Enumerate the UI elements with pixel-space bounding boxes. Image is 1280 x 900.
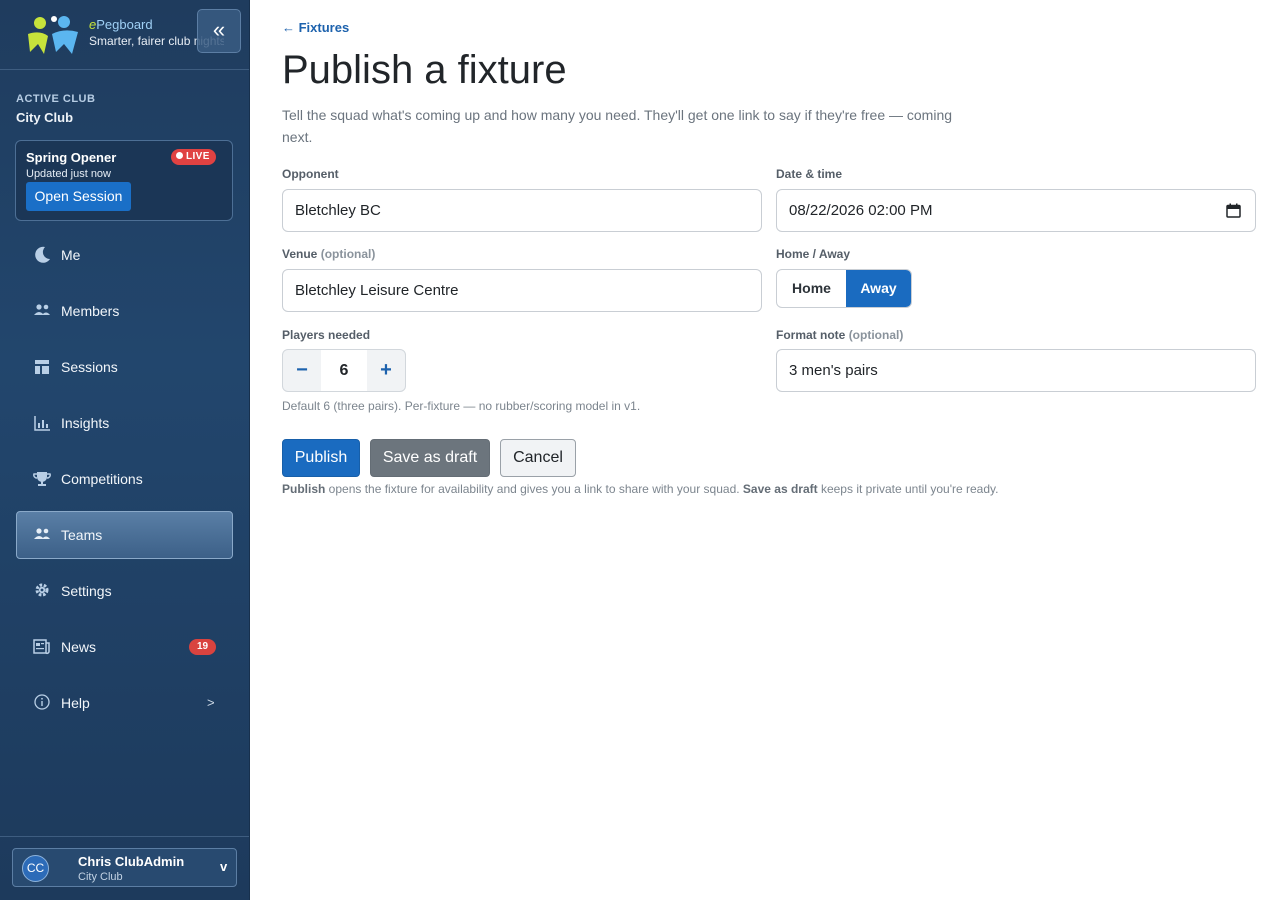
- sidebar-item-sessions[interactable]: Sessions: [16, 343, 233, 391]
- layout-icon: [35, 360, 49, 374]
- decrement-button[interactable]: −: [283, 350, 321, 391]
- increment-button[interactable]: +: [367, 350, 405, 391]
- help-text-part-2: keeps it private until you're ready.: [817, 482, 999, 496]
- sidebar: ePegboard Smarter, fairer club nights « …: [0, 0, 250, 900]
- home-away-label: Home / Away: [776, 247, 851, 261]
- brand-header: ePegboard Smarter, fairer club nights «: [0, 0, 249, 70]
- venue-label: Venue (optional): [282, 247, 375, 261]
- user-club: City Club: [78, 871, 123, 883]
- news-count-badge: 19: [189, 639, 216, 655]
- info-icon: [34, 694, 50, 710]
- sidebar-item-teams[interactable]: Teams: [16, 511, 233, 559]
- brand-name: ePegboard: [89, 17, 153, 32]
- sidebar-item-settings[interactable]: Settings: [16, 567, 233, 615]
- live-badge-label: LIVE: [186, 151, 210, 162]
- user-footer: CC Chris ClubAdmin City Club v: [0, 836, 249, 900]
- sidebar-item-help[interactable]: Help >: [16, 679, 233, 727]
- user-menu-button[interactable]: CC Chris ClubAdmin City Club v: [12, 848, 237, 887]
- players-needed-hint: Default 6 (three pairs). Per-fixture — n…: [282, 399, 641, 413]
- venue-optional-tag: (optional): [320, 247, 376, 261]
- sidebar-item-label: Members: [61, 303, 120, 319]
- active-club-label: ACTIVE CLUB: [16, 93, 96, 105]
- format-note-input[interactable]: 3 men's pairs: [776, 349, 1256, 392]
- chevron-right-icon: >: [207, 695, 215, 710]
- datetime-value: 08/22/2026 02:00 PM: [789, 202, 933, 219]
- format-optional-tag: (optional): [848, 328, 904, 342]
- back-to-fixtures-link[interactable]: ← Fixtures: [282, 20, 349, 35]
- publish-button[interactable]: Publish: [282, 439, 360, 477]
- sidebar-item-label: Help: [61, 695, 90, 711]
- moon-icon: [35, 246, 50, 263]
- sidebar-item-label: Sessions: [61, 359, 118, 375]
- away-option[interactable]: Away: [846, 270, 911, 307]
- datetime-input[interactable]: 08/22/2026 02:00 PM: [776, 189, 1256, 232]
- bar-chart-icon: [34, 416, 50, 431]
- help-save-term: Save as draft: [742, 482, 818, 496]
- avatar: CC: [22, 855, 49, 882]
- live-dot-icon: [176, 152, 183, 159]
- page-title: Publish a fixture: [282, 48, 567, 92]
- sidebar-item-members[interactable]: Members: [16, 287, 233, 335]
- live-badge: LIVE: [171, 149, 216, 165]
- sidebar-item-label: News: [61, 639, 97, 655]
- live-session-card: Spring Opener LIVE Updated just now Open…: [15, 140, 233, 221]
- sidebar-item-label: Settings: [61, 583, 112, 599]
- session-updated: Updated just now: [26, 168, 111, 180]
- players-needed-label: Players needed: [282, 328, 371, 342]
- session-title: Spring Opener: [26, 150, 117, 165]
- brand-name-rest: Pegboard: [96, 17, 153, 32]
- sidebar-item-label: Insights: [61, 415, 110, 431]
- trophy-icon: [33, 472, 51, 486]
- format-note-label: Format note (optional): [776, 328, 903, 342]
- chevron-down-icon: v: [220, 859, 228, 874]
- calendar-icon[interactable]: [1226, 203, 1241, 218]
- active-club-name: City Club: [16, 110, 74, 125]
- format-note-label-text: Format note: [776, 328, 846, 342]
- help-text-part-1: opens the fixture for availability and g…: [325, 482, 743, 496]
- players-needed-stepper: − 6 +: [282, 349, 406, 392]
- sidebar-item-competitions[interactable]: Competitions: [16, 455, 233, 503]
- page-description: Tell the squad what's coming up and how …: [282, 107, 953, 145]
- collapse-sidebar-button[interactable]: «: [197, 9, 241, 53]
- players-needed-value[interactable]: 6: [321, 350, 367, 391]
- datetime-label: Date & time: [776, 167, 843, 181]
- sidebar-item-label: Me: [61, 247, 81, 263]
- venue-input[interactable]: Bletchley Leisure Centre: [282, 269, 762, 312]
- opponent-input[interactable]: Bletchley BC: [282, 189, 762, 232]
- open-session-button[interactable]: Open Session: [26, 182, 131, 211]
- user-name: Chris ClubAdmin: [78, 854, 185, 869]
- help-publish-term: Publish: [282, 482, 326, 496]
- gear-icon: [35, 583, 49, 597]
- cancel-button[interactable]: Cancel: [500, 439, 576, 477]
- sidebar-item-me[interactable]: Me: [16, 231, 233, 279]
- actions-help-text: Publish opens the fixture for availabili…: [282, 482, 998, 496]
- people-icon: [34, 528, 50, 539]
- sidebar-item-label: Teams: [61, 527, 103, 543]
- home-away-toggle: Home Away: [776, 269, 912, 308]
- venue-label-text: Venue: [282, 247, 318, 261]
- opponent-label: Opponent: [282, 167, 339, 181]
- sidebar-item-label: Competitions: [61, 471, 143, 487]
- people-icon: [34, 304, 50, 315]
- newspaper-icon: [33, 639, 50, 655]
- sidebar-item-insights[interactable]: Insights: [16, 399, 233, 447]
- epegboard-logo-icon: [28, 16, 78, 54]
- save-draft-button[interactable]: Save as draft: [370, 439, 490, 477]
- sidebar-item-news[interactable]: News 19: [16, 623, 233, 671]
- home-option[interactable]: Home: [777, 270, 846, 307]
